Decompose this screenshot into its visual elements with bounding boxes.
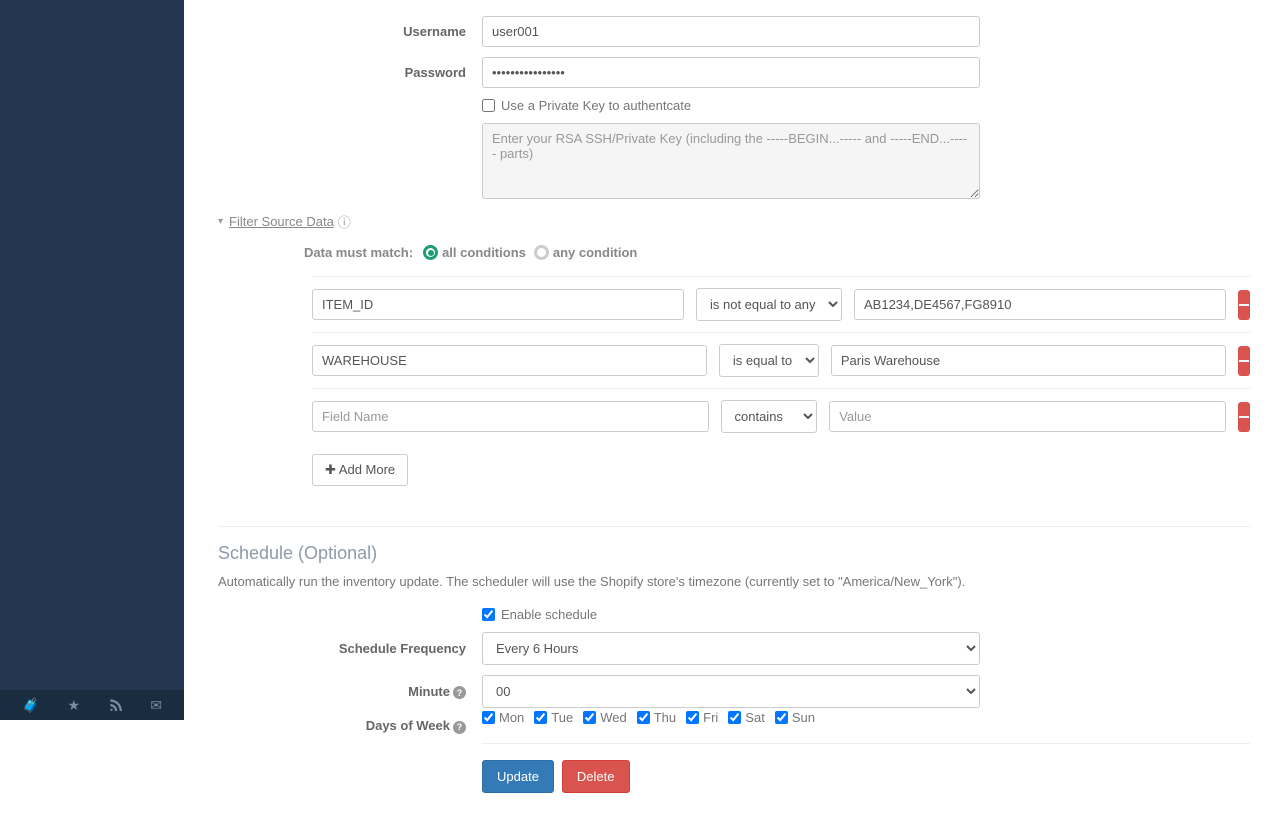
add-more-button[interactable]: ✚ Add More	[312, 454, 408, 486]
remove-filter-button[interactable]	[1238, 346, 1250, 376]
filter-operator-select[interactable]: contains	[721, 400, 818, 433]
private-key-textarea[interactable]	[482, 123, 980, 199]
day-fri-checkbox[interactable]	[686, 711, 699, 724]
help-icon[interactable]: ?	[453, 686, 466, 699]
filter-value-input[interactable]	[829, 401, 1226, 432]
day-sat-checkbox[interactable]	[728, 711, 741, 724]
info-icon[interactable]: ⓘ	[338, 212, 351, 231]
sidebar: 🧳 ★ ✉	[0, 0, 184, 720]
radio-selected-icon	[423, 245, 438, 260]
filter-field-input[interactable]	[312, 401, 709, 432]
filter-operator-select[interactable]: is not equal to any	[696, 288, 842, 321]
day-sun-checkbox[interactable]	[775, 711, 788, 724]
remove-filter-button[interactable]	[1238, 290, 1250, 320]
filter-row-0: is not equal to any	[312, 276, 1250, 332]
days-checkboxes: Mon Tue Wed Thu Fri Sat Sun	[482, 710, 1250, 725]
briefcase-icon[interactable]: 🧳	[22, 697, 39, 714]
username-row: Username	[218, 16, 1250, 47]
radio-any-condition[interactable]: any condition	[534, 245, 638, 260]
filter-value-input[interactable]	[831, 345, 1226, 376]
minute-row: Minute? 00	[218, 675, 1250, 708]
days-label: Days of Week?	[218, 718, 482, 734]
match-conditions-row: Data must match: all conditions any cond…	[304, 245, 1250, 260]
sidebar-footer: 🧳 ★ ✉	[0, 690, 184, 720]
enable-schedule-row: Enable schedule	[482, 607, 1250, 622]
minute-select[interactable]: 00	[482, 675, 980, 708]
filter-row-2: contains	[312, 388, 1250, 444]
private-key-checkbox-row: Use a Private Key to authentcate	[482, 98, 1250, 113]
filter-value-input[interactable]	[854, 289, 1226, 320]
username-input[interactable]	[482, 16, 980, 47]
filter-source-data-link[interactable]: Filter Source Data	[229, 214, 334, 229]
private-key-checkbox-label: Use a Private Key to authentcate	[501, 98, 691, 113]
radio-all-conditions[interactable]: all conditions	[423, 245, 526, 260]
divider	[218, 526, 1250, 527]
filter-row-1: is equal to	[312, 332, 1250, 388]
enable-schedule-label: Enable schedule	[501, 607, 597, 622]
filter-field-input[interactable]	[312, 345, 707, 376]
frequency-select[interactable]: Every 6 Hours	[482, 632, 980, 665]
private-key-row	[218, 123, 1250, 202]
star-icon[interactable]: ★	[68, 697, 81, 714]
update-button[interactable]: Update	[482, 760, 554, 793]
filter-field-input[interactable]	[312, 289, 684, 320]
action-row: Update Delete	[482, 743, 1250, 793]
password-label: Password	[218, 65, 482, 80]
day-tue-checkbox[interactable]	[534, 711, 547, 724]
day-mon-checkbox[interactable]	[482, 711, 495, 724]
filter-operator-select[interactable]: is equal to	[719, 344, 819, 377]
remove-filter-button[interactable]	[1238, 402, 1250, 432]
password-row: Password	[218, 57, 1250, 88]
rss-icon[interactable]	[108, 697, 122, 714]
enable-schedule-checkbox[interactable]	[482, 608, 495, 621]
delete-button[interactable]: Delete	[562, 760, 630, 793]
mail-icon[interactable]: ✉	[150, 697, 162, 714]
match-label: Data must match:	[304, 245, 413, 260]
private-key-checkbox[interactable]	[482, 99, 495, 112]
day-thu-checkbox[interactable]	[637, 711, 650, 724]
chevron-down-icon: ▾	[218, 216, 223, 227]
help-icon[interactable]: ?	[453, 721, 466, 734]
radio-unselected-icon	[534, 245, 549, 260]
password-input[interactable]	[482, 57, 980, 88]
filter-section-header: ▾ Filter Source Data ⓘ	[218, 212, 1250, 231]
schedule-title: Schedule (Optional)	[218, 543, 1250, 564]
main-content: Username Password Use a Private Key to a…	[184, 16, 1280, 813]
username-label: Username	[218, 24, 482, 39]
frequency-label: Schedule Frequency	[218, 641, 482, 656]
schedule-desc: Automatically run the inventory update. …	[218, 574, 1250, 589]
minute-label: Minute?	[218, 684, 482, 700]
day-wed-checkbox[interactable]	[583, 711, 596, 724]
frequency-row: Schedule Frequency Every 6 Hours	[218, 632, 1250, 665]
